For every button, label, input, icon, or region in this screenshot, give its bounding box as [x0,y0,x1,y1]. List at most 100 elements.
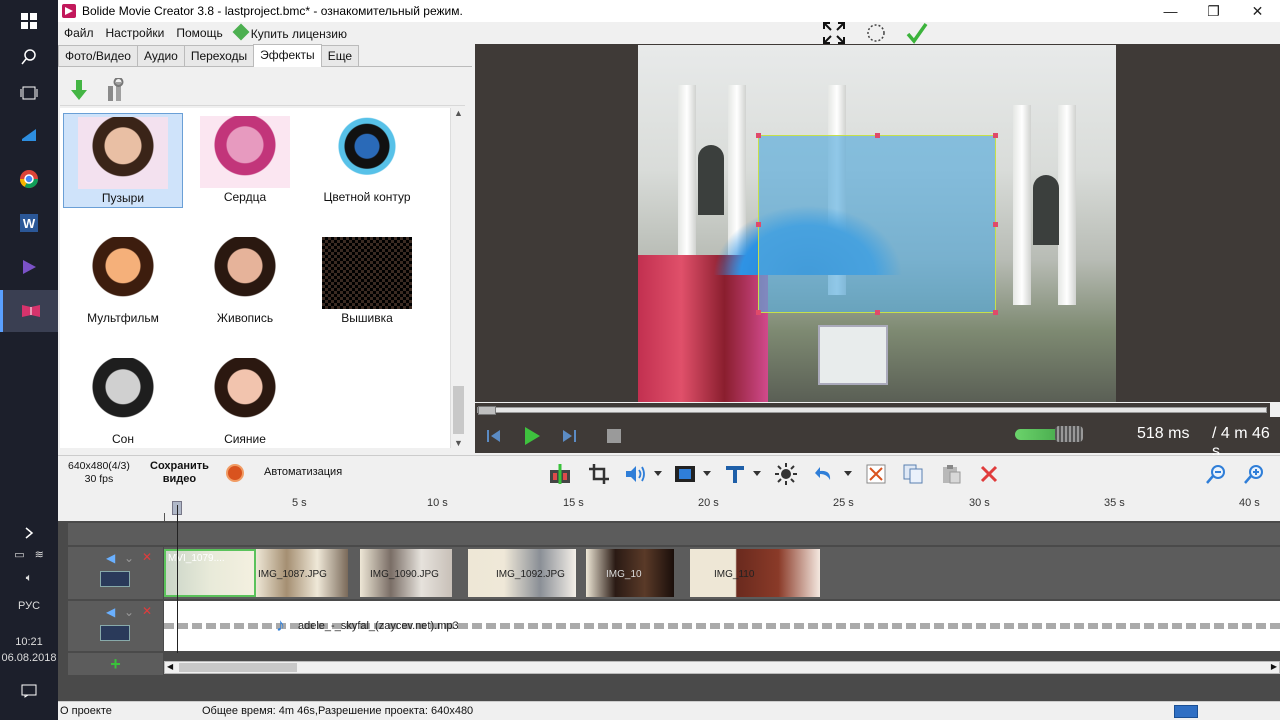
bolide-taskbar-icon[interactable] [0,290,58,332]
seek-bar[interactable] [477,406,1267,415]
video-clip[interactable]: IMG_10 [586,549,674,597]
undo-dropdown-icon[interactable] [844,471,852,476]
effect-hearts[interactable]: Сердца [185,113,305,208]
effect-dream[interactable]: Сон [63,355,183,450]
minimize-button[interactable]: — [1148,0,1193,22]
video-clip[interactable]: IMG_1087.JPG [256,549,348,597]
menu-file[interactable]: Файл [58,26,100,40]
tab-more[interactable]: Еще [320,45,360,66]
media-player-icon[interactable] [0,246,58,288]
resize-handle[interactable] [756,310,761,315]
audio-track[interactable]: ♪ adele_-_skyfal_(zaycev.net).mp3 [164,601,1280,651]
copy-icon[interactable] [900,461,926,487]
effect-embroidery[interactable]: Вышивка [307,234,427,329]
stop-icon[interactable] [603,425,625,447]
undo-icon[interactable] [811,461,837,487]
zoom-out-icon[interactable] [1203,461,1229,487]
record-icon[interactable] [226,464,244,482]
gallery-scrollbar[interactable]: ▲ ▼ [450,108,465,448]
automation-button[interactable]: Автоматизация [264,466,342,478]
effect-painting[interactable]: Живопись [185,234,305,329]
project-format[interactable]: 640x480(4/3) 30 fps [68,460,130,486]
text-icon[interactable] [722,461,748,487]
battery-icon[interactable]: ▭ [14,548,24,561]
scroll-down-icon[interactable]: ▼ [454,438,463,448]
resize-handle[interactable] [875,310,880,315]
resize-handle[interactable] [756,222,761,227]
resize-handle[interactable] [993,133,998,138]
chrome-icon[interactable] [0,158,58,200]
apply-checkmark-icon[interactable] [906,22,928,44]
volume-tray-icon[interactable]: 🔈︎ [0,572,58,585]
loading-circle-icon[interactable] [866,22,886,44]
seek-thumb[interactable] [478,406,496,415]
scroll-up-icon[interactable]: ▲ [454,108,463,118]
store-icon[interactable] [0,114,58,156]
notification-icon[interactable] [0,670,58,712]
task-view-icon[interactable] [0,72,58,114]
speaker-icon[interactable]: ◀ [106,605,115,619]
menu-settings[interactable]: Настройки [100,26,171,40]
close-button[interactable]: ✕ [1235,0,1280,22]
effect-cartoon[interactable]: Мультфильм [63,234,183,329]
menu-help[interactable]: Помощь [170,26,228,40]
volume-knob[interactable] [1055,426,1083,442]
save-video-button[interactable]: Сохранить видео [150,460,209,486]
scroll-right-icon[interactable]: ▶ [1271,662,1277,671]
tab-effects[interactable]: Эффекты [253,44,322,67]
play-icon[interactable] [521,425,543,447]
video-clip[interactable]: IMG_110 [690,549,820,597]
mute-x-icon[interactable]: ✕ [142,604,152,618]
effect-bubbles[interactable]: Пузыри [63,113,183,208]
split-clip-icon[interactable] [547,461,573,487]
apply-effect-down-arrow-icon[interactable] [66,77,92,103]
overlay-track[interactable] [68,523,1280,545]
next-frame-icon[interactable] [558,425,580,447]
effect-color-outline[interactable]: Цветной контур [307,113,427,208]
tab-transitions[interactable]: Переходы [183,45,255,66]
cut-icon[interactable] [863,461,889,487]
add-track-button[interactable]: + [68,653,163,675]
timeline-scrollbar[interactable]: ◀ ▶ [164,661,1280,674]
video-track[interactable]: MVI_1079.... IMG_1087.JPG IMG_1090.JPG I… [164,547,1280,599]
buy-license-link[interactable]: Купить лицензию [229,23,353,41]
resize-handle[interactable] [993,222,998,227]
tab-photo-video[interactable]: Фото/Видео [58,45,138,66]
word-icon[interactable]: W [0,202,58,244]
previous-frame-icon[interactable] [483,425,505,447]
clock-time[interactable]: 10:21 [0,636,58,648]
collapse-icon[interactable]: ⌄ [124,605,134,619]
volume-slider[interactable] [1015,426,1083,442]
language-indicator[interactable]: РУС [0,600,58,612]
mute-x-icon[interactable]: ✕ [142,550,152,564]
video-clip[interactable]: IMG_1090.JPG [360,549,452,597]
delete-icon[interactable] [976,461,1002,487]
resize-handle[interactable] [993,310,998,315]
collapse-icon[interactable]: ⌄ [124,551,134,565]
volume-edit-icon[interactable] [623,461,649,487]
timeline-scroll-thumb[interactable] [179,663,297,672]
effect-glow[interactable]: Сияние [185,355,305,450]
resize-handle[interactable] [756,133,761,138]
time-ruler[interactable]: 5 s 10 s 15 s 20 s 25 s 30 s 35 s 40 s [58,491,1280,521]
effect-area-selection[interactable] [756,133,998,315]
tab-audio[interactable]: Аудио [136,45,185,66]
crop-icon[interactable] [586,461,612,487]
resize-handle[interactable] [875,133,880,138]
fullscreen-icon[interactable] [823,22,845,44]
about-project[interactable]: О проекте [60,705,112,717]
film-dropdown-icon[interactable] [703,471,711,476]
effect-settings-wrench-icon[interactable] [102,77,128,103]
wifi-icon[interactable]: ≋ [35,548,44,561]
audio-clip-label[interactable]: adele_-_skyfal_(zaycev.net).mp3 [298,620,459,632]
playhead-line[interactable] [177,505,178,653]
scroll-left-icon[interactable]: ◀ [167,662,173,671]
paste-icon[interactable] [938,461,964,487]
gallery-scroll-thumb[interactable] [453,386,464,434]
text-dropdown-icon[interactable] [753,471,761,476]
film-effects-icon[interactable] [672,461,698,487]
video-clip[interactable]: IMG_1092.JPG [468,549,576,597]
volume-dropdown-icon[interactable] [654,471,662,476]
clock-date[interactable]: 06.08.2018 [0,652,58,664]
brightness-icon[interactable] [773,461,799,487]
